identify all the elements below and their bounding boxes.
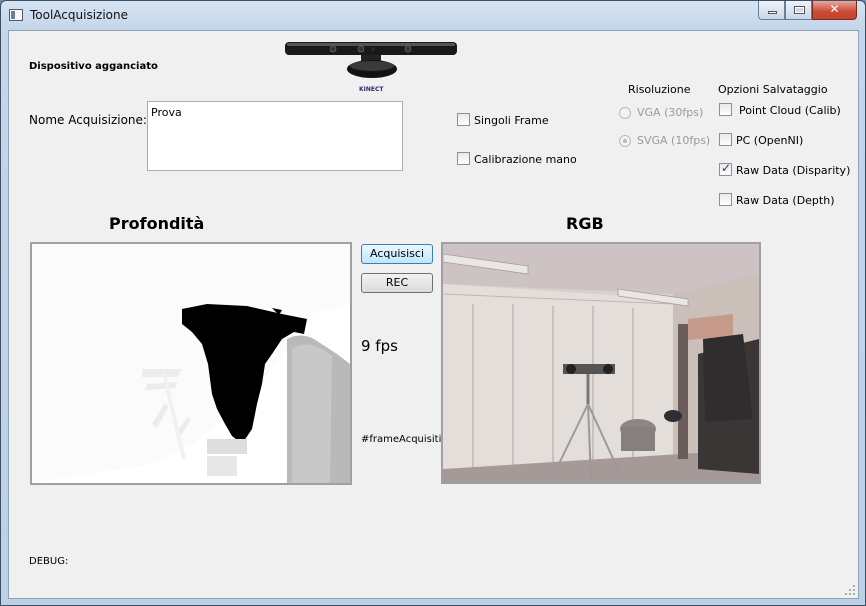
acquisition-name-input[interactable]: Prova — [147, 101, 403, 171]
save-pc-openni-checkbox[interactable] — [719, 133, 732, 146]
depth-image-view — [30, 242, 352, 485]
resolution-radio-vga[interactable] — [619, 107, 631, 119]
kinect-brand-label: KINECT — [359, 86, 384, 93]
rgb-view-title: RGB — [566, 214, 604, 233]
rgb-image — [443, 244, 759, 482]
rgb-image-view — [441, 242, 761, 484]
resolution-label-vga[interactable]: VGA (30fps) — [637, 106, 703, 119]
save-options-title: Opzioni Salvataggio — [718, 83, 828, 96]
frame-counter-label: #frameAcquisiti — [361, 434, 442, 445]
save-raw-depth-checkbox[interactable] — [719, 193, 732, 206]
main-window: ToolAcquisizione ✕ KINECT Dispositivo ag… — [0, 0, 866, 606]
acquisition-name-value: Prova — [151, 106, 182, 119]
window-title: ToolAcquisizione — [30, 8, 129, 22]
save-pc-openni-label[interactable]: PC (OpenNI) — [736, 134, 803, 147]
resize-grip-icon[interactable] — [844, 584, 856, 596]
debug-label: DEBUG: — [29, 556, 69, 567]
depth-view-title: Profondità — [109, 214, 205, 233]
resolution-label-svga[interactable]: SVGA (10fps) — [637, 134, 710, 147]
maximize-icon — [794, 6, 805, 14]
save-point-cloud-label[interactable]: Point Cloud (Calib) — [739, 104, 841, 117]
title-bar[interactable]: ToolAcquisizione ✕ — [1, 1, 865, 30]
minimize-icon — [768, 11, 777, 14]
minimize-button[interactable] — [758, 1, 785, 20]
save-raw-depth-label[interactable]: Raw Data (Depth) — [736, 194, 834, 207]
save-raw-disparity-checkbox[interactable] — [719, 161, 732, 176]
resolution-title: Risoluzione — [628, 83, 691, 96]
acquisition-name-label: Nome Acquisizione: — [29, 113, 147, 127]
single-frame-checkbox[interactable] — [457, 113, 470, 126]
device-status-label: Dispositivo agganciato — [29, 61, 158, 72]
depth-image — [32, 244, 350, 483]
rec-button[interactable]: REC — [361, 273, 433, 293]
hand-calibration-checkbox[interactable] — [457, 152, 470, 165]
acquire-button[interactable]: Acquisisci — [361, 244, 433, 264]
client-area: KINECT Dispositivo agganciato Nome Acqui… — [8, 30, 859, 599]
close-icon: ✕ — [829, 2, 840, 16]
close-button[interactable]: ✕ — [812, 1, 857, 20]
save-raw-disparity-label[interactable]: Raw Data (Disparity) — [736, 164, 850, 177]
maximize-button[interactable] — [785, 1, 812, 20]
resolution-radio-svga[interactable] — [619, 135, 631, 147]
hand-calibration-label[interactable]: Calibrazione mano — [474, 153, 577, 166]
app-icon — [9, 9, 23, 21]
fps-indicator: 9 fps — [361, 337, 398, 355]
save-point-cloud-checkbox[interactable] — [719, 103, 732, 116]
single-frame-label[interactable]: Singoli Frame — [474, 114, 549, 127]
